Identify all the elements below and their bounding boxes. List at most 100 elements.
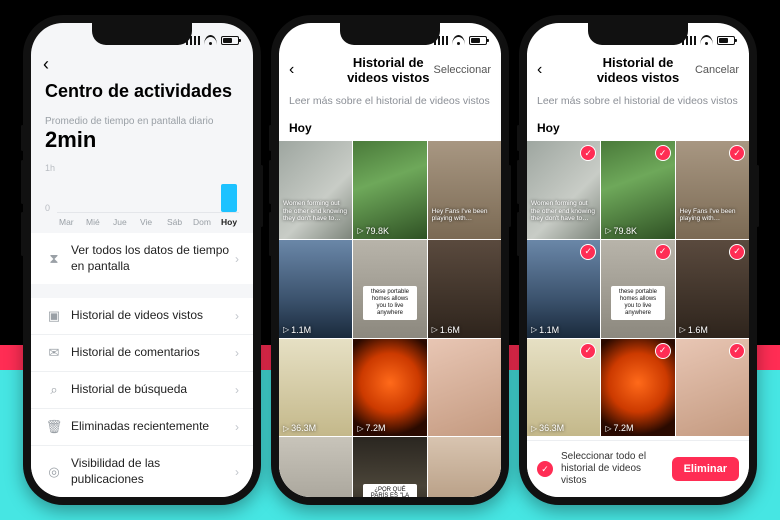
video-thumb[interactable]: 1.1M ✓ [527,240,600,338]
video-thumb[interactable] [428,339,501,437]
video-thumb[interactable]: 7.2M [353,339,426,437]
row-recently-deleted[interactable]: 🗑Eliminadas recientemente› [31,408,253,445]
selected-check-icon[interactable]: ✓ [729,145,745,161]
hourglass-icon: ⧗ [45,251,63,267]
back-button[interactable]: ‹ [43,55,49,73]
phone-activity-center: ‹ Centro de actividades Promedio de tiem… [23,15,261,505]
delete-button[interactable]: Eliminar [672,457,739,481]
learn-more-link[interactable]: Leer más sobre el historial de videos vi… [527,91,749,115]
row-label: Ver todos los datos de tiempo en pantall… [71,243,235,274]
avg-value: 2min [31,127,253,159]
video-thumb[interactable]: 79.8K [353,141,426,239]
day-label: Jue [113,217,127,227]
view-count: 36.3M [531,423,564,433]
view-count: 1.1M [531,325,559,335]
thumb-caption: Women forming out the other end knowing … [531,200,596,222]
chart-bar-today [221,184,237,212]
row-all-screen-time[interactable]: ⧗ Ver todos los datos de tiempo en panta… [31,233,253,284]
trash-icon: 🗑 [45,419,63,435]
day-heading: Hoy [527,115,749,141]
select-all-checkbox[interactable]: ✓ [537,461,553,477]
selected-check-icon[interactable]: ✓ [729,244,745,260]
chevron-right-icon: › [235,252,239,266]
view-count: 79.8K [605,226,637,236]
selected-check-icon[interactable]: ✓ [655,145,671,161]
selected-check-icon[interactable]: ✓ [580,244,596,260]
row-post-visibility[interactable]: ◎ Visibilidad de las publicaciones› [31,445,253,497]
y-top: 1h [45,163,55,173]
video-thumb[interactable]: Women forming out the other end knowing … [527,141,600,239]
cancel-button[interactable]: Cancelar [685,64,739,76]
day-label: Hoy [221,217,237,227]
page-title: Historial de videos vistos [343,55,434,85]
video-thumb[interactable] [428,437,501,497]
day-label: Vie [140,217,152,227]
view-count: 36.3M [283,423,316,433]
comment-icon: ✉ [45,345,63,361]
video-thumb[interactable]: 79.8K ✓ [601,141,674,239]
video-thumb[interactable]: 1.6M✓ [676,240,749,338]
video-thumb[interactable]: 1.1M [279,240,352,338]
day-heading: Hoy [279,115,501,141]
video-thumb[interactable]: Women forming out the other end knowing … [279,141,352,239]
row-label: Eliminadas recientemente [71,419,235,435]
phone-history-select: ‹ Historial de videos vistos Cancelar Le… [519,15,757,505]
row-label: Historial de videos vistos [71,308,235,324]
chevron-right-icon: › [235,309,239,323]
video-thumb[interactable]: 7.2M✓ [601,339,674,437]
view-count: 79.8K [357,226,389,236]
selection-footer: ✓ Seleccionar todo el historial de video… [527,440,749,497]
video-thumb[interactable]: Hey Fans I've been playing with…✓ [676,141,749,239]
day-label: Mar [59,217,74,227]
selected-check-icon[interactable]: ✓ [729,343,745,359]
row-comment-history[interactable]: ✉Historial de comentarios› [31,334,253,371]
learn-more-link[interactable]: Leer más sobre el historial de videos vi… [279,91,501,115]
video-thumb[interactable]: 36.3M [279,339,352,437]
video-thumb[interactable]: 1.6M [428,240,501,338]
eye-icon: ◎ [45,464,63,480]
video-thumb[interactable]: ✓ [676,339,749,437]
wifi-icon [452,35,465,45]
video-grid: Women forming out the other end knowing … [527,141,749,436]
video-thumb[interactable]: these portable homes allows you to live … [601,240,674,338]
wifi-icon [700,35,713,45]
video-thumb[interactable]: Hey Fans I've been playing with… [428,141,501,239]
row-video-history[interactable]: ▣ Historial de videos vistos› [31,298,253,334]
row-search-history[interactable]: ⌕Historial de búsqueda› [31,371,253,408]
battery-icon [717,36,735,45]
selected-check-icon[interactable]: ✓ [580,343,596,359]
back-button[interactable]: ‹ [289,61,343,79]
notch [340,23,440,45]
thumb-caption: ¿POR QUÉ PARÍS ES "LA CIUDAD DE LA LUZ"? [363,484,416,497]
back-button[interactable]: ‹ [537,61,591,79]
selected-check-icon[interactable]: ✓ [655,244,671,260]
page-title: Historial de videos vistos [591,55,685,85]
select-all-label: Seleccionar todo el historial de videos … [561,451,664,487]
video-grid: Women forming out the other end knowing … [279,141,501,497]
selected-check-icon[interactable]: ✓ [655,343,671,359]
day-label: Sáb [167,217,182,227]
battery-icon [469,36,487,45]
wifi-icon [204,35,217,45]
row-label: Visibilidad de las publicaciones [71,456,235,487]
day-label: Mié [86,217,100,227]
battery-icon [221,36,239,45]
page-title: Centro de actividades [31,81,253,112]
screen-time-chart: 1h 0 Mar Mié Jue Vie Sáb Dom Hoy [45,163,239,227]
y-bot: 0 [45,203,50,213]
phone-history-browse: ‹ Historial de videos vistos Seleccionar… [271,15,509,505]
notch [92,23,192,45]
thumb-caption: Women forming out the other end knowing … [283,200,348,222]
view-count: 7.2M [357,423,385,433]
chevron-right-icon: › [235,383,239,397]
thumb-caption: these portable homes allows you to live … [611,286,664,320]
chevron-right-icon: › [235,465,239,479]
view-count: 1.1M [283,325,311,335]
video-thumb[interactable] [279,437,352,497]
select-button[interactable]: Seleccionar [434,64,491,76]
video-thumb[interactable]: 36.3M ✓ [527,339,600,437]
video-thumb[interactable]: these portable homes allows you to live … [353,240,426,338]
play-icon: ▣ [45,308,63,324]
row-label: Historial de comentarios [71,345,235,361]
video-thumb[interactable]: ¿POR QUÉ PARÍS ES "LA CIUDAD DE LA LUZ"? [353,437,426,497]
